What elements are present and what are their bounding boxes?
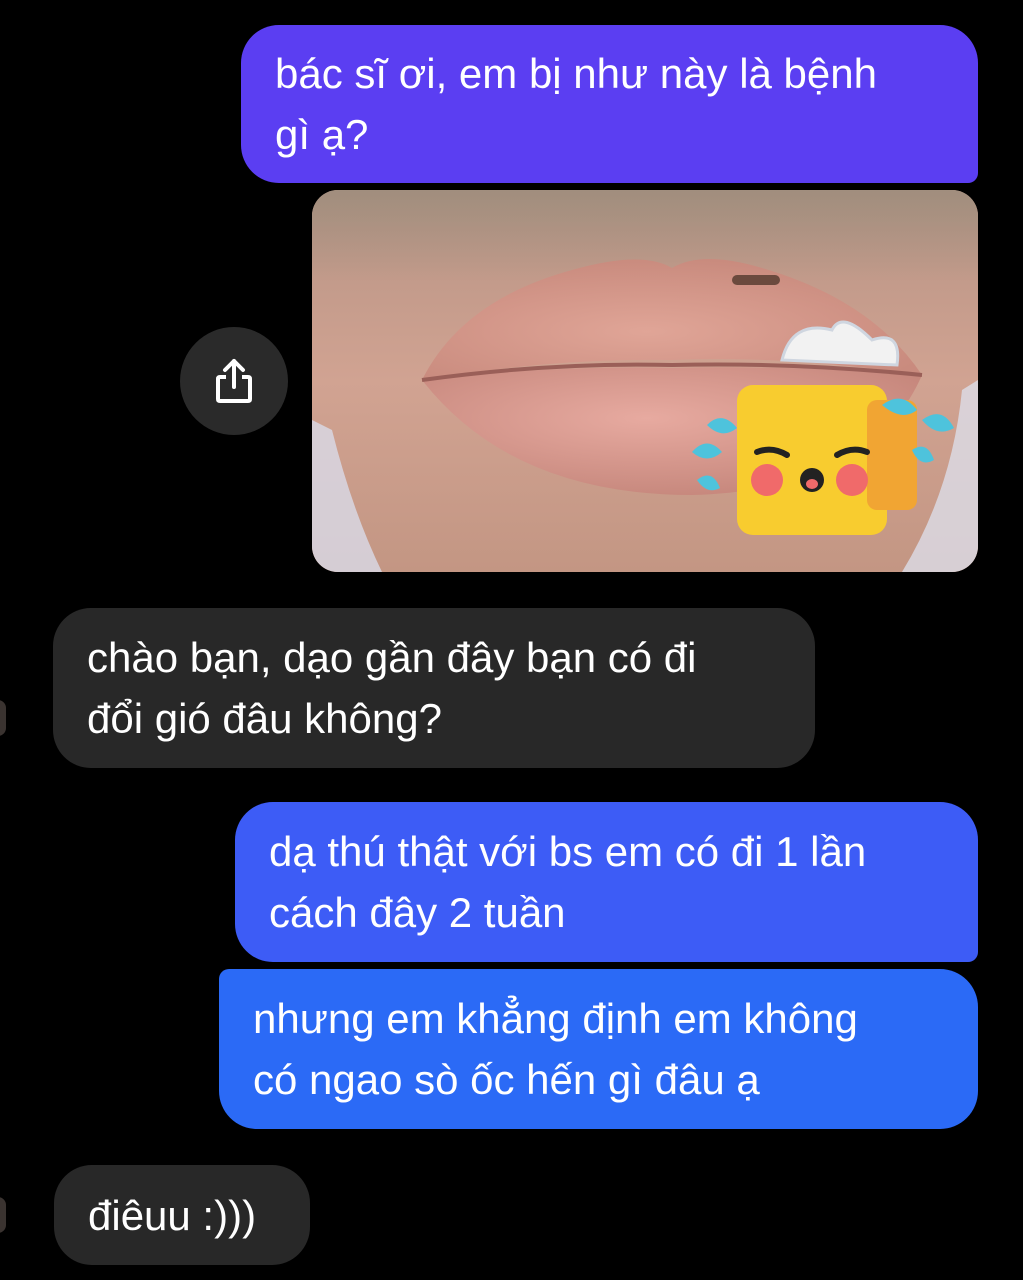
avatar[interactable]: [0, 700, 6, 736]
share-icon: [216, 359, 252, 403]
message-text-line: có ngao sò ốc hến gì đâu ạ: [253, 1056, 760, 1103]
message-text-line: chào bạn, dạo gần đây bạn có đi: [87, 634, 697, 681]
avatar[interactable]: [0, 1197, 6, 1233]
message-text-line: bác sĩ ơi, em bị như này là bệnh: [275, 50, 877, 97]
message-text-line: nhưng em khẳng định em không: [253, 995, 858, 1042]
share-button[interactable]: [180, 327, 288, 435]
message-text-line: đổi gió đâu không?: [87, 695, 442, 742]
message-text-line: gì ạ?: [275, 111, 369, 158]
received-message-bubble[interactable]: điêuu :))): [54, 1165, 310, 1265]
photo-message[interactable]: [312, 190, 978, 572]
sent-message-bubble[interactable]: nhưng em khẳng định em không có ngao sò …: [219, 969, 978, 1129]
sent-message-bubble[interactable]: dạ thú thật với bs em có đi 1 lần cách đ…: [235, 802, 978, 962]
received-message-bubble[interactable]: chào bạn, dạo gần đây bạn có đi đổi gió …: [53, 608, 815, 768]
message-text-line: dạ thú thật với bs em có đi 1 lần: [269, 828, 867, 875]
message-text-line: điêuu :))): [88, 1191, 257, 1239]
sent-message-bubble[interactable]: bác sĩ ơi, em bị như này là bệnh gì ạ?: [241, 25, 978, 183]
message-text-line: cách đây 2 tuần: [269, 889, 566, 936]
lips-photo: [312, 190, 978, 572]
